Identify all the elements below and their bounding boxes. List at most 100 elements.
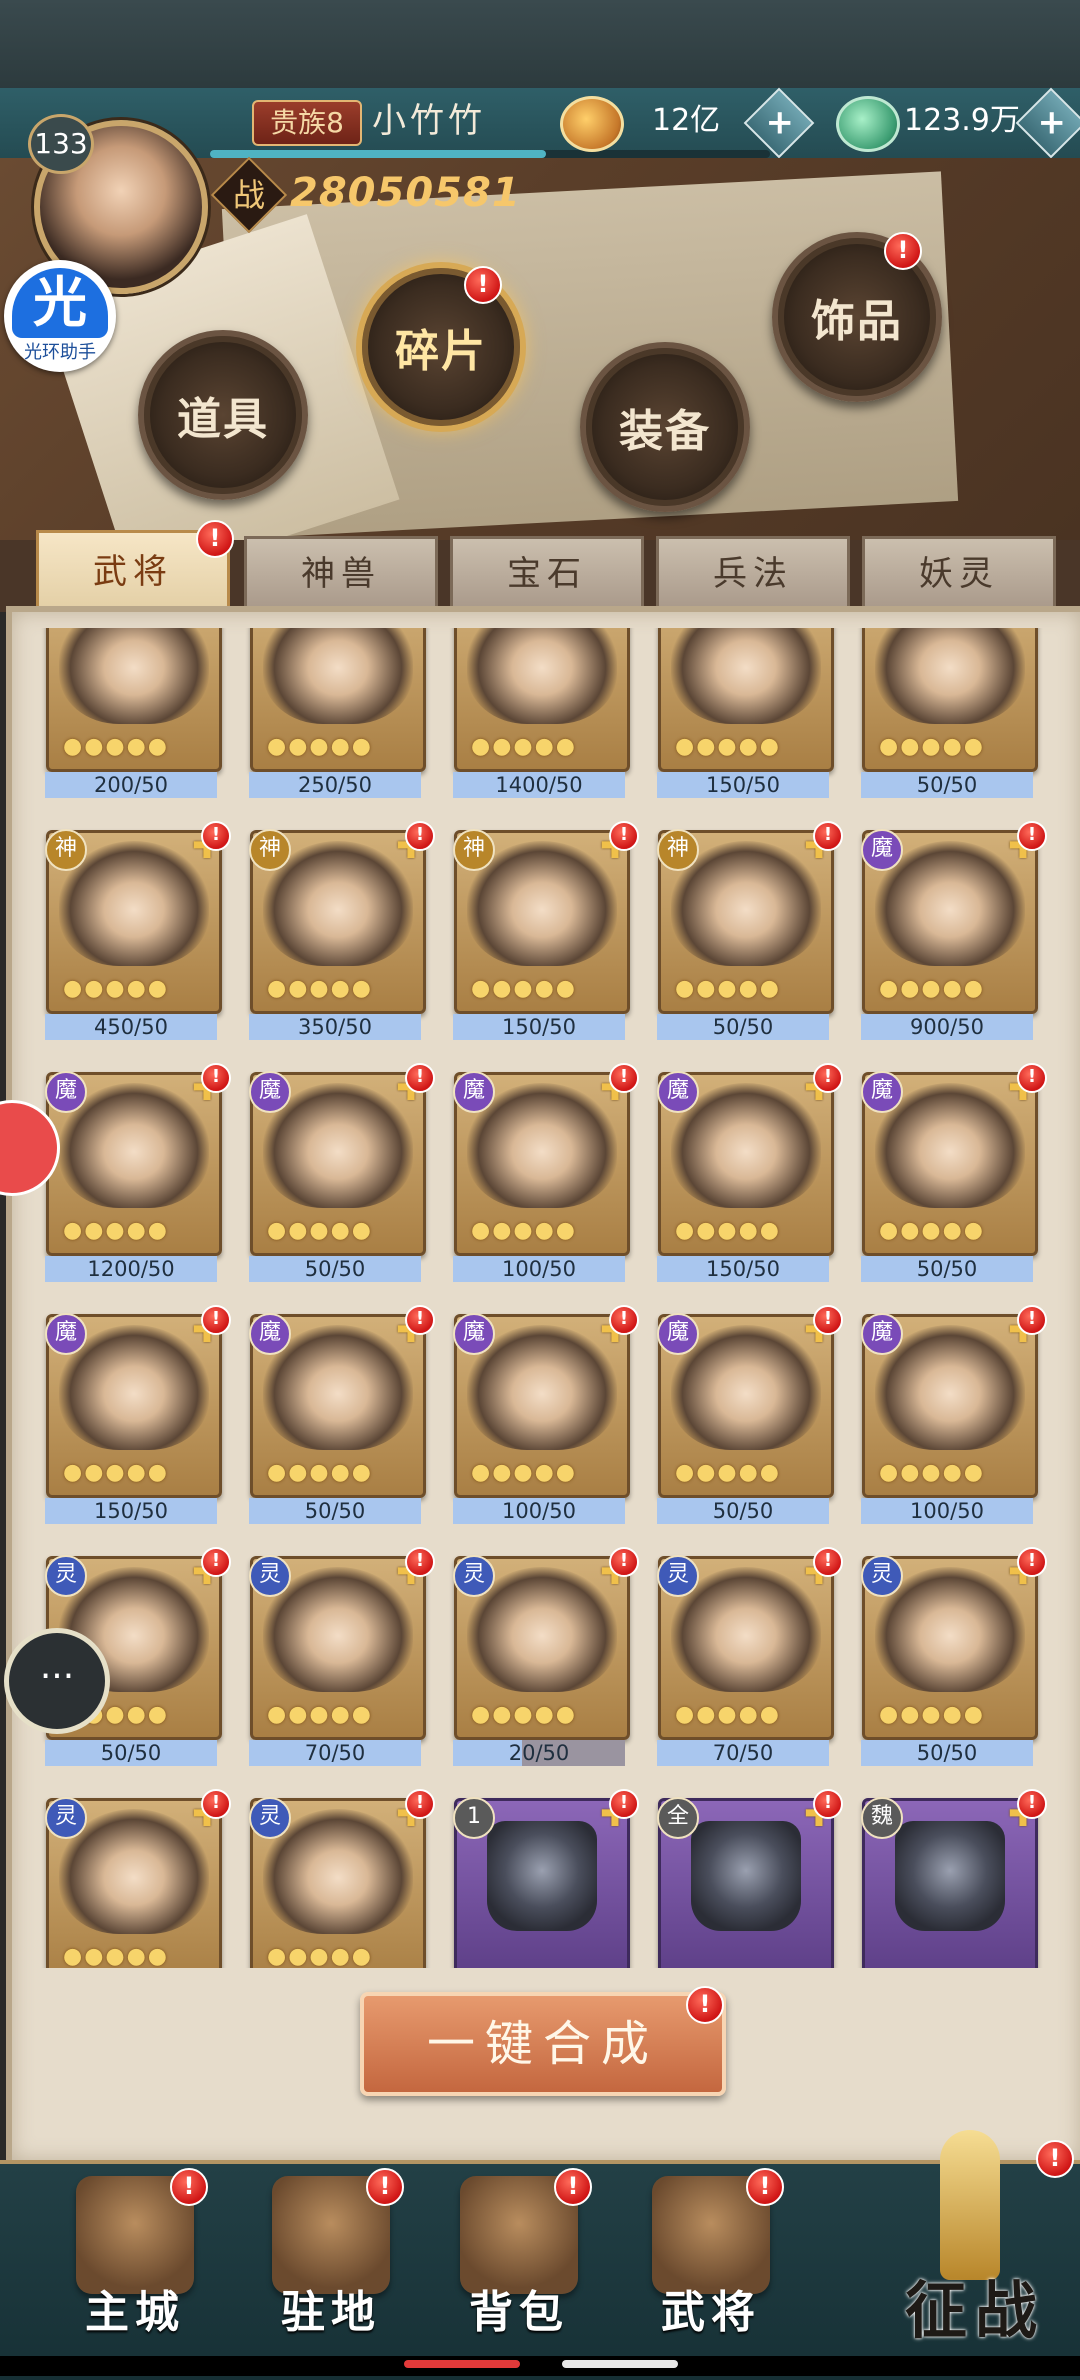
faction-tag: 1: [453, 1797, 495, 1839]
star-rating: ●●●●●: [267, 1218, 373, 1243]
star-rating: ●●●●●: [63, 1218, 169, 1243]
nav-generals[interactable]: ! 武将: [636, 2168, 786, 2346]
general-fragment-card[interactable]: ●●●●●魔✚!: [861, 821, 1047, 1014]
star-rating: ●●●●●: [63, 976, 169, 1001]
general-fragment-card[interactable]: ●●●●●灵✚!: [453, 1547, 639, 1740]
jade-icon: [836, 96, 900, 152]
fragment-count: 100/50: [861, 1498, 1033, 1524]
general-fragment-card[interactable]: ●●●●●灵✚!: [861, 1547, 1047, 1740]
general-portrait: [671, 628, 821, 724]
general-fragment-card[interactable]: ●●●●●: [862, 628, 1038, 772]
helper-app-button[interactable]: 光 光环助手: [4, 260, 116, 372]
merge-all-badge: !: [686, 1986, 724, 2024]
general-fragment-card[interactable]: ●●●●●神✚!: [249, 821, 435, 1014]
star-rating: ●●●●●: [879, 1218, 985, 1243]
fragment-badge: !: [609, 1547, 639, 1577]
faction-tag: 魔: [861, 1313, 903, 1355]
general-portrait: [263, 628, 413, 724]
category-equipment-button[interactable]: 装备: [580, 342, 750, 512]
general-fragment-card[interactable]: ●●●●●魔✚!: [249, 1063, 435, 1256]
system-bar: [0, 2356, 1080, 2376]
tab-beasts[interactable]: 神兽: [244, 536, 438, 612]
general-fragment-card[interactable]: ●●●●●魔✚!: [45, 1305, 231, 1498]
fragment-badge: !: [201, 1063, 231, 1093]
garrison-badge: !: [366, 2168, 404, 2206]
faction-tag: 魔: [861, 1071, 903, 1113]
star-rating: ●●●●●: [675, 1218, 781, 1243]
equipment-fragment-card[interactable]: 全✚!: [657, 1789, 843, 1968]
star-rating: ●●●●●: [675, 1702, 781, 1727]
general-fragment-card[interactable]: ●●●●●魔✚!: [657, 1305, 843, 1498]
general-fragment-card[interactable]: ●●●●●灵✚!: [657, 1547, 843, 1740]
fragment-badge: !: [405, 821, 435, 851]
fragment-badge: !: [1017, 1789, 1047, 1819]
general-fragment-card[interactable]: ●●●●●魔✚!: [861, 1063, 1047, 1256]
general-fragment-card[interactable]: ●●●●●神✚!: [657, 821, 843, 1014]
faction-tag: 神: [657, 829, 699, 871]
fragment-badge: !: [609, 1063, 639, 1093]
faction-tag: 灵: [249, 1555, 291, 1597]
general-fragment-card[interactable]: ●●●●●神✚!: [453, 821, 639, 1014]
equipment-fragment-card[interactable]: 魏✚!: [861, 1789, 1047, 1968]
fragment-badge: !: [813, 1789, 843, 1819]
chat-bubble-icon[interactable]: ···: [4, 1628, 110, 1734]
nav-garrison[interactable]: ! 驻地: [256, 2168, 406, 2346]
sword-icon: [940, 2130, 1000, 2280]
nav-main-city[interactable]: ! 主城: [60, 2168, 210, 2346]
star-rating: ●●●●●: [63, 1460, 169, 1485]
fragment-count: 50/50: [861, 1740, 1033, 1766]
general-fragment-card[interactable]: ●●●●●魔✚!: [249, 1305, 435, 1498]
fragment-count: 50/50: [861, 772, 1033, 798]
star-rating: ●●●●●: [267, 734, 373, 759]
gold-amount: 12亿: [652, 103, 721, 138]
faction-tag: 神: [45, 829, 87, 871]
helper-logo-icon: 光: [12, 268, 108, 338]
fragment-count: 70/50: [657, 1740, 829, 1766]
fragment-badge: !: [405, 1305, 435, 1335]
star-rating: ●●●●●: [63, 1944, 169, 1969]
tab-spirits[interactable]: 妖灵: [862, 536, 1056, 612]
fragment-count: 150/50: [453, 1014, 625, 1040]
fragment-count: 100/50: [453, 1256, 625, 1282]
faction-tag: 魔: [657, 1313, 699, 1355]
general-fragment-card[interactable]: ●●●●●: [454, 628, 630, 772]
fragment-count: 1400/50: [453, 772, 625, 798]
general-fragment-card[interactable]: ●●●●●灵✚!: [45, 1789, 231, 1969]
fragment-count: 20/50: [453, 1740, 625, 1766]
general-portrait: [875, 628, 1025, 724]
general-fragment-card[interactable]: ●●●●●: [250, 628, 426, 772]
faction-tag: 魔: [657, 1071, 699, 1113]
general-fragment-card[interactable]: ●●●●●魔✚!: [861, 1305, 1047, 1498]
faction-tag: 魔: [453, 1071, 495, 1113]
star-rating: ●●●●●: [471, 976, 577, 1001]
fragments-grid[interactable]: ●●●●● 200/50 ●●●●● 250/50 ●●●●● 1400/50 ●●●●● 1…: [18, 628, 1062, 1968]
star-rating: ●●●●●: [879, 1460, 985, 1485]
tab-gems[interactable]: 宝石: [450, 536, 644, 612]
tab-tactics[interactable]: 兵法: [656, 536, 850, 612]
general-fragment-card[interactable]: ●●●●●魔✚!: [453, 1063, 639, 1256]
general-fragment-card[interactable]: ●●●●●神✚!: [45, 821, 231, 1014]
star-rating: ●●●●●: [267, 1944, 373, 1969]
fragment-count: 50/50: [861, 1256, 1033, 1282]
equipment-fragment-card[interactable]: 1✚!: [453, 1789, 639, 1968]
vip-badge[interactable]: 贵族8: [252, 100, 362, 146]
fragment-badge: !: [609, 1789, 639, 1819]
general-fragment-card[interactable]: ●●●●●魔✚!: [45, 1063, 231, 1256]
general-fragment-card[interactable]: ●●●●●魔✚!: [657, 1063, 843, 1256]
faction-tag: 魔: [861, 829, 903, 871]
helper-label: 光环助手: [24, 342, 96, 363]
fragment-count: 150/50: [657, 1256, 829, 1282]
general-fragment-card[interactable]: ●●●●●魔✚!: [453, 1305, 639, 1498]
nav-backpack[interactable]: ! 背包: [444, 2168, 594, 2346]
general-fragment-card[interactable]: ●●●●●: [658, 628, 834, 772]
merge-all-button[interactable]: 一键合成: [360, 1992, 726, 2096]
fragment-badge: !: [813, 1547, 843, 1577]
general-fragment-card[interactable]: ●●●●●灵✚!: [249, 1547, 435, 1740]
general-fragment-card[interactable]: ●●●●●灵✚!: [249, 1789, 435, 1969]
fragment-count: 200/50: [45, 772, 217, 798]
gold-coin-icon: [560, 96, 624, 152]
fragment-badge: !: [201, 1305, 231, 1335]
category-items-button[interactable]: 道具: [138, 330, 308, 500]
fragment-badge: !: [1017, 821, 1047, 851]
general-fragment-card[interactable]: ●●●●●: [46, 628, 222, 772]
